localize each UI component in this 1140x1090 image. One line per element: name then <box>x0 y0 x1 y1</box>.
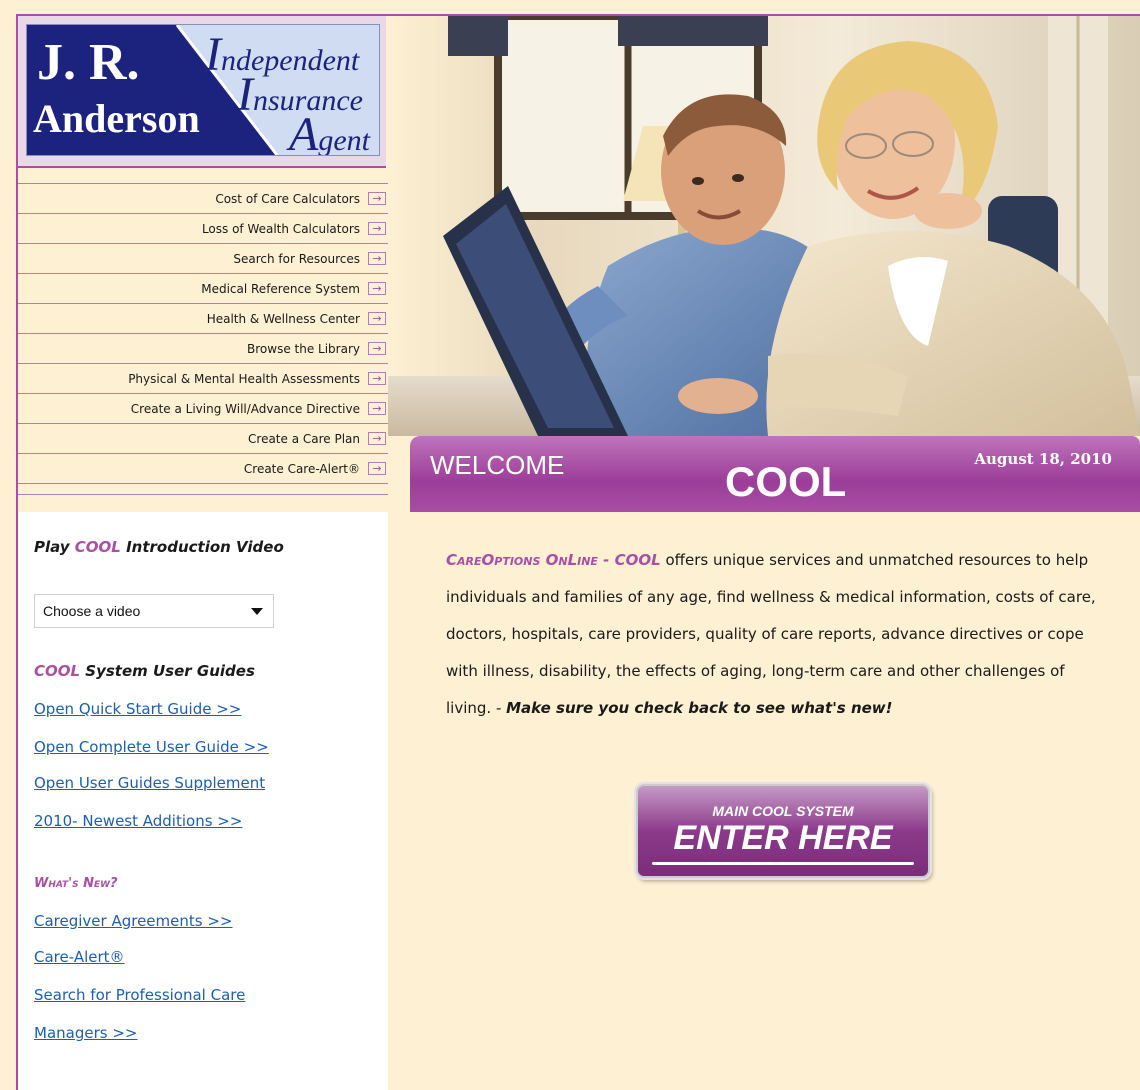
arrow-right-icon: → <box>368 222 386 235</box>
arrow-right-icon: → <box>368 312 386 325</box>
link-professional-care-managers[interactable]: Search for Professional Care <box>34 986 245 1004</box>
nav-item-label: Loss of Wealth Calculators <box>201 221 360 236</box>
hero-photo-illustration <box>388 16 1140 436</box>
logo-area: J. R. Anderson Independent Insurance Age… <box>18 16 386 168</box>
nav-item-care-plan[interactable]: Create a Care Plan → <box>18 424 388 454</box>
arrow-right-icon: → <box>368 372 386 385</box>
nav-item-search-resources[interactable]: Search for Resources → <box>18 244 388 274</box>
nav-bottom-divider <box>18 494 388 495</box>
enter-button-underline <box>652 862 914 865</box>
arrow-right-icon: → <box>368 432 386 445</box>
video-select-dropdown[interactable]: Choose a video <box>34 594 274 628</box>
nav-item-health-wellness[interactable]: Health & Wellness Center → <box>18 304 388 334</box>
nav-item-care-alert[interactable]: Create Care-Alert® → <box>18 454 388 484</box>
link-complete-user-guide[interactable]: Open Complete User Guide >> <box>34 738 269 756</box>
intro-paragraph: CareOptions OnLine - COOL offers unique … <box>446 542 1096 727</box>
link-professional-care-managers-cont[interactable]: Managers >> <box>34 1024 137 1042</box>
arrow-right-icon: → <box>368 462 386 475</box>
arrow-right-icon: → <box>368 402 386 415</box>
nav-item-label: Health & Wellness Center <box>206 311 360 326</box>
banner-title: COOL <box>725 458 847 505</box>
nav-item-label: Create a Living Will/Advance Directive <box>130 401 360 416</box>
link-newest-additions[interactable]: 2010- Newest Additions >> <box>34 812 242 830</box>
link-care-alert[interactable]: Care-Alert® <box>34 948 125 966</box>
enter-button-subtitle: MAIN COOL SYSTEM <box>712 803 854 819</box>
link-caregiver-agreements[interactable]: Caregiver Agreements >> <box>34 912 233 930</box>
logo-name-line1: J. R. <box>37 34 140 91</box>
video-section-title: Play COOL Introduction Video <box>34 538 284 556</box>
nav-item-label: Browse the Library <box>247 341 360 356</box>
brand-name: CareOptions OnLine - COOL <box>446 551 661 569</box>
nav-item-medical-reference[interactable]: Medical Reference System → <box>18 274 388 304</box>
intro-text: offers unique services and unmatched res… <box>446 551 1096 717</box>
arrow-right-icon: → <box>368 342 386 355</box>
link-user-guides-supplement[interactable]: Open User Guides Supplement <box>34 774 265 792</box>
nav-item-label: Physical & Mental Health Assessments <box>128 371 360 386</box>
nav-item-cost-of-care[interactable]: Cost of Care Calculators → <box>18 184 388 214</box>
hero-photo-couple-laptop <box>388 16 1140 436</box>
welcome-banner: WELCOME COOL August 18, 2010 <box>410 436 1140 512</box>
nav-item-label: Create Care-Alert® <box>243 461 360 476</box>
nav-item-assessments[interactable]: Physical & Mental Health Assessments → <box>18 364 388 394</box>
arrow-right-icon: → <box>368 252 386 265</box>
link-quick-start-guide[interactable]: Open Quick Start Guide >> <box>34 700 241 718</box>
nav-item-label: Medical Reference System <box>201 281 360 296</box>
welcome-label: WELCOME <box>430 450 565 480</box>
chevron-down-icon <box>251 608 263 615</box>
left-sidebar: Play COOL Introduction Video Choose a vi… <box>18 512 388 1090</box>
check-back-note: Make sure you check back to see what's n… <box>506 699 893 717</box>
enter-main-system-button[interactable]: MAIN COOL SYSTEM ENTER HERE <box>636 784 930 878</box>
nav-item-label: Cost of Care Calculators <box>215 191 360 206</box>
arrow-right-icon: → <box>368 282 386 295</box>
logo-name-line2: Anderson <box>33 96 200 141</box>
user-guides-title: COOL System User Guides <box>34 662 255 680</box>
nav-item-browse-library[interactable]: Browse the Library → <box>18 334 388 364</box>
arrow-right-icon: → <box>368 192 386 205</box>
video-select-value: Choose a video <box>43 603 141 619</box>
nav-item-label: Search for Resources <box>233 251 360 266</box>
main-nav: Cost of Care Calculators → Loss of Wealth… <box>18 184 388 484</box>
nav-item-loss-of-wealth[interactable]: Loss of Wealth Calculators → <box>18 214 388 244</box>
whats-new-title: What's New? <box>34 876 118 891</box>
current-date: August 18, 2010 <box>974 450 1112 468</box>
logo-agent-line3: Agent <box>289 108 370 156</box>
enter-button-label: ENTER HERE <box>673 819 893 857</box>
agency-logo[interactable]: J. R. Anderson Independent Insurance Age… <box>26 24 380 156</box>
nav-item-label: Create a Care Plan <box>248 431 360 446</box>
nav-item-living-will[interactable]: Create a Living Will/Advance Directive → <box>18 394 388 424</box>
